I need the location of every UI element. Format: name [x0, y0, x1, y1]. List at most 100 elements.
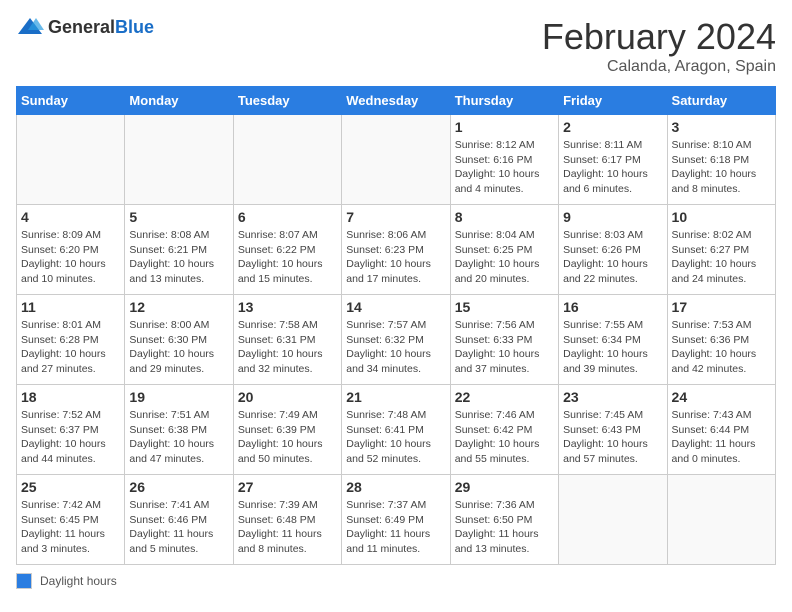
- day-info: Sunrise: 7:56 AM Sunset: 6:33 PM Dayligh…: [455, 318, 554, 377]
- header-row: SundayMondayTuesdayWednesdayThursdayFrid…: [17, 87, 776, 115]
- week-row: 11Sunrise: 8:01 AM Sunset: 6:28 PM Dayli…: [17, 295, 776, 385]
- day-info: Sunrise: 7:49 AM Sunset: 6:39 PM Dayligh…: [238, 408, 337, 467]
- calendar-cell: 4 Sunrise: 8:09 AM Sunset: 6:20 PM Daylig…: [17, 205, 125, 295]
- day-number: 12: [129, 299, 228, 315]
- calendar-cell: 21Sunrise: 7:48 AM Sunset: 6:41 PM Dayli…: [342, 385, 450, 475]
- month-title: February 2024: [542, 16, 776, 58]
- calendar-cell: 2 Sunrise: 8:11 AM Sunset: 6:17 PM Daylig…: [559, 115, 667, 205]
- day-info: Sunrise: 7:46 AM Sunset: 6:42 PM Dayligh…: [455, 408, 554, 467]
- day-number: 15: [455, 299, 554, 315]
- calendar-cell: 20 Sunrise: 7:49 AM Sunset: 6:39 PM Dayli…: [233, 385, 341, 475]
- day-info: Sunrise: 7:52 AM Sunset: 6:37 PM Dayligh…: [21, 408, 120, 467]
- day-info: Sunrise: 8:00 AM Sunset: 6:30 PM Dayligh…: [129, 318, 228, 377]
- week-row: 1 Sunrise: 8:12 AM Sunset: 6:16 PM Daylig…: [17, 115, 776, 205]
- calendar-cell: [342, 115, 450, 205]
- day-info: Sunrise: 7:45 AM Sunset: 6:43 PM Dayligh…: [563, 408, 662, 467]
- calendar-cell: 17 Sunrise: 7:53 AM Sunset: 6:36 PM Dayli…: [667, 295, 775, 385]
- calendar-cell: 15 Sunrise: 7:56 AM Sunset: 6:33 PM Dayli…: [450, 295, 558, 385]
- day-info: Sunrise: 7:41 AM Sunset: 6:46 PM Dayligh…: [129, 498, 228, 557]
- day-number: 17: [672, 299, 771, 315]
- day-number: 6: [238, 209, 337, 225]
- day-header-wednesday: Wednesday: [342, 87, 450, 115]
- calendar-cell: 16Sunrise: 7:55 AM Sunset: 6:34 PM Dayli…: [559, 295, 667, 385]
- day-number: 26: [129, 479, 228, 495]
- day-number: 23: [563, 389, 662, 405]
- day-number: 27: [238, 479, 337, 495]
- day-header-saturday: Saturday: [667, 87, 775, 115]
- day-header-monday: Monday: [125, 87, 233, 115]
- day-info: Sunrise: 8:12 AM Sunset: 6:16 PM Dayligh…: [455, 138, 554, 197]
- day-number: 18: [21, 389, 120, 405]
- calendar-cell: 27 Sunrise: 7:39 AM Sunset: 6:48 PM Dayli…: [233, 475, 341, 565]
- calendar-cell: 8Sunrise: 8:04 AM Sunset: 6:25 PM Daylig…: [450, 205, 558, 295]
- day-number: 3: [672, 119, 771, 135]
- day-header-thursday: Thursday: [450, 87, 558, 115]
- calendar-cell: 23 Sunrise: 7:45 AM Sunset: 6:43 PM Dayli…: [559, 385, 667, 475]
- calendar-cell: 29 Sunrise: 7:36 AM Sunset: 6:50 PM Dayli…: [450, 475, 558, 565]
- calendar-cell: 7 Sunrise: 8:06 AM Sunset: 6:23 PM Daylig…: [342, 205, 450, 295]
- logo-general: General: [48, 17, 115, 37]
- day-header-sunday: Sunday: [17, 87, 125, 115]
- day-number: 5: [129, 209, 228, 225]
- calendar-cell: 9Sunrise: 8:03 AM Sunset: 6:26 PM Daylig…: [559, 205, 667, 295]
- day-number: 24: [672, 389, 771, 405]
- calendar-cell: [125, 115, 233, 205]
- day-info: Sunrise: 8:04 AM Sunset: 6:25 PM Dayligh…: [455, 228, 554, 287]
- day-number: 19: [129, 389, 228, 405]
- calendar-cell: [559, 475, 667, 565]
- calendar-cell: 5 Sunrise: 8:08 AM Sunset: 6:21 PM Daylig…: [125, 205, 233, 295]
- day-info: Sunrise: 8:11 AM Sunset: 6:17 PM Dayligh…: [563, 138, 662, 197]
- calendar-cell: 11Sunrise: 8:01 AM Sunset: 6:28 PM Dayli…: [17, 295, 125, 385]
- calendar-cell: 22 Sunrise: 7:46 AM Sunset: 6:42 PM Dayli…: [450, 385, 558, 475]
- title-area: February 2024 Calanda, Aragon, Spain: [542, 16, 776, 76]
- day-number: 14: [346, 299, 445, 315]
- day-number: 29: [455, 479, 554, 495]
- day-info: Sunrise: 7:42 AM Sunset: 6:45 PM Dayligh…: [21, 498, 120, 557]
- day-number: 4: [21, 209, 120, 225]
- logo-icon: [16, 16, 44, 38]
- calendar-table: SundayMondayTuesdayWednesdayThursdayFrid…: [16, 86, 776, 565]
- day-number: 7: [346, 209, 445, 225]
- day-number: 1: [455, 119, 554, 135]
- day-number: 25: [21, 479, 120, 495]
- week-row: 4 Sunrise: 8:09 AM Sunset: 6:20 PM Daylig…: [17, 205, 776, 295]
- day-info: Sunrise: 7:36 AM Sunset: 6:50 PM Dayligh…: [455, 498, 554, 557]
- calendar-cell: [17, 115, 125, 205]
- logo-blue: Blue: [115, 17, 154, 37]
- calendar-cell: 19Sunrise: 7:51 AM Sunset: 6:38 PM Dayli…: [125, 385, 233, 475]
- logo: GeneralBlue: [16, 16, 154, 38]
- day-info: Sunrise: 8:03 AM Sunset: 6:26 PM Dayligh…: [563, 228, 662, 287]
- day-header-tuesday: Tuesday: [233, 87, 341, 115]
- day-info: Sunrise: 7:57 AM Sunset: 6:32 PM Dayligh…: [346, 318, 445, 377]
- legend-text: Daylight hours: [40, 574, 117, 588]
- week-row: 18 Sunrise: 7:52 AM Sunset: 6:37 PM Dayli…: [17, 385, 776, 475]
- calendar-cell: 26 Sunrise: 7:41 AM Sunset: 6:46 PM Dayli…: [125, 475, 233, 565]
- day-number: 28: [346, 479, 445, 495]
- calendar-cell: 28Sunrise: 7:37 AM Sunset: 6:49 PM Dayli…: [342, 475, 450, 565]
- day-number: 13: [238, 299, 337, 315]
- calendar-cell: 18 Sunrise: 7:52 AM Sunset: 6:37 PM Dayli…: [17, 385, 125, 475]
- calendar-cell: 10Sunrise: 8:02 AM Sunset: 6:27 PM Dayli…: [667, 205, 775, 295]
- day-info: Sunrise: 8:01 AM Sunset: 6:28 PM Dayligh…: [21, 318, 120, 377]
- location-title: Calanda, Aragon, Spain: [542, 58, 776, 76]
- calendar-cell: 24Sunrise: 7:43 AM Sunset: 6:44 PM Dayli…: [667, 385, 775, 475]
- calendar-cell: 12 Sunrise: 8:00 AM Sunset: 6:30 PM Dayli…: [125, 295, 233, 385]
- day-number: 20: [238, 389, 337, 405]
- day-info: Sunrise: 8:09 AM Sunset: 6:20 PM Dayligh…: [21, 228, 120, 287]
- legend-box: [16, 573, 32, 589]
- calendar-cell: 13 Sunrise: 7:58 AM Sunset: 6:31 PM Dayli…: [233, 295, 341, 385]
- day-number: 22: [455, 389, 554, 405]
- calendar-cell: 6Sunrise: 8:07 AM Sunset: 6:22 PM Daylig…: [233, 205, 341, 295]
- day-info: Sunrise: 8:06 AM Sunset: 6:23 PM Dayligh…: [346, 228, 445, 287]
- day-info: Sunrise: 7:58 AM Sunset: 6:31 PM Dayligh…: [238, 318, 337, 377]
- day-info: Sunrise: 8:10 AM Sunset: 6:18 PM Dayligh…: [672, 138, 771, 197]
- day-info: Sunrise: 7:53 AM Sunset: 6:36 PM Dayligh…: [672, 318, 771, 377]
- calendar-cell: 1 Sunrise: 8:12 AM Sunset: 6:16 PM Daylig…: [450, 115, 558, 205]
- day-info: Sunrise: 7:39 AM Sunset: 6:48 PM Dayligh…: [238, 498, 337, 557]
- day-info: Sunrise: 8:08 AM Sunset: 6:21 PM Dayligh…: [129, 228, 228, 287]
- day-number: 21: [346, 389, 445, 405]
- day-header-friday: Friday: [559, 87, 667, 115]
- day-number: 2: [563, 119, 662, 135]
- calendar-cell: 3 Sunrise: 8:10 AM Sunset: 6:18 PM Daylig…: [667, 115, 775, 205]
- calendar-cell: 25 Sunrise: 7:42 AM Sunset: 6:45 PM Dayli…: [17, 475, 125, 565]
